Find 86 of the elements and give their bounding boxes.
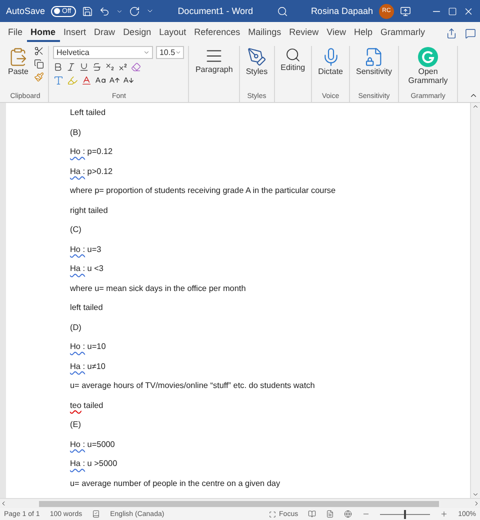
editing-button[interactable]: Editing [278, 46, 308, 74]
italic-icon[interactable] [66, 62, 76, 72]
clear-formatting-icon[interactable] [131, 62, 142, 72]
subscript-icon[interactable] [105, 62, 116, 72]
ribbon-tab[interactable]: References [190, 24, 244, 42]
caret-icon[interactable] [143, 49, 150, 56]
pen-icon [246, 47, 267, 67]
ribbon-tab[interactable]: Home [26, 24, 60, 42]
ribbon-tab[interactable]: Draw [90, 24, 120, 42]
text-effects-icon[interactable] [53, 75, 64, 86]
document-line: Ho : u=3 [70, 244, 102, 256]
superscript-icon[interactable] [118, 62, 128, 72]
sensitivity-button[interactable]: Sensitivity [354, 46, 394, 78]
maximize-icon[interactable] [448, 6, 457, 16]
font-color-icon[interactable] [81, 75, 92, 86]
scroll-left-icon[interactable] [0, 500, 7, 507]
focus-icon [269, 510, 276, 518]
dictate-button[interactable]: Dictate [316, 46, 345, 78]
document-line: u= average number of people in the centre on a given day [70, 478, 282, 490]
document-lock-icon [364, 47, 384, 67]
caret-icon[interactable] [116, 8, 124, 14]
ribbon-tab[interactable]: Grammarly [376, 24, 430, 42]
caret-icon[interactable] [175, 49, 182, 56]
ribbon-tab[interactable]: Layout [155, 24, 190, 42]
ribbon-tab[interactable]: Mailings [244, 24, 286, 42]
document-line: Left tailed [70, 107, 107, 119]
copy-icon[interactable] [34, 59, 44, 69]
document-line: where p= proportion of students receiving grade A in the particular course [70, 185, 337, 197]
underline-icon[interactable] [79, 62, 90, 72]
document-line: Ho : u=10 [70, 341, 107, 353]
document-line: Ho : u=5000 [70, 438, 116, 450]
scroll-up-icon[interactable] [472, 103, 479, 110]
document-line: right tailed [70, 204, 109, 217]
web-layout-icon[interactable] [344, 510, 352, 518]
ribbon-tab[interactable]: Review [285, 24, 323, 42]
search-icon [284, 47, 301, 63]
scroll-right-icon[interactable] [473, 500, 480, 507]
font-name-field[interactable]: Helvetica [53, 46, 154, 59]
comments-icon[interactable] [465, 28, 476, 38]
search-icon[interactable] [276, 6, 288, 16]
customize-icon[interactable] [146, 7, 154, 15]
window-title: Document1 - Word [178, 6, 254, 16]
ribbon-tab[interactable]: Design [119, 24, 156, 42]
document-line: (E) [70, 419, 82, 431]
document-line: Ha : u <3 [70, 263, 104, 275]
document-line: teo tailed [70, 400, 104, 412]
document-line: (B) [70, 126, 82, 139]
ribbon-tab[interactable]: View [322, 24, 350, 42]
document-line: Ho : p=0.12 [70, 146, 114, 158]
user-name: Rosina Dapaah [310, 6, 373, 16]
document-line: Ha : u >5000 [70, 458, 118, 470]
font-size-field[interactable]: 10.5 [156, 46, 184, 59]
paste-button[interactable]: Paste [6, 46, 30, 78]
read-mode-icon[interactable] [308, 510, 316, 518]
open-grammarly-button[interactable]: Open Grammarly [403, 46, 454, 86]
ribbon-display-icon[interactable] [400, 6, 411, 16]
strikethrough-icon[interactable] [92, 62, 102, 72]
proofing-icon[interactable] [92, 510, 100, 518]
cut-icon[interactable] [34, 46, 44, 56]
redo-icon[interactable] [129, 6, 140, 16]
vertical-scrollbar[interactable] [470, 103, 480, 498]
ribbon-tab[interactable]: File [4, 24, 27, 42]
document-line: left tailed [70, 302, 104, 314]
bold-icon[interactable] [53, 62, 64, 72]
close-icon[interactable] [462, 6, 474, 16]
grammarly-logo [418, 47, 438, 67]
undo-icon[interactable] [99, 6, 110, 16]
document-line: where u= mean sick days in the office per month [70, 282, 247, 295]
save-icon[interactable] [82, 6, 94, 16]
document-line: (C) [70, 224, 82, 236]
autosave-label: AutoSave [6, 6, 46, 16]
zoom-slider-thumb[interactable] [404, 510, 406, 518]
clipboard-icon [8, 47, 28, 67]
styles-button[interactable]: Styles [244, 46, 270, 78]
scroll-down-icon[interactable] [472, 491, 479, 498]
share-icon[interactable] [446, 28, 457, 38]
document-line: u= average hours of TV/movies/online “stuff” etc. do students watch [70, 380, 316, 392]
ribbon-tab[interactable]: Help [350, 24, 377, 42]
print-layout-icon[interactable] [326, 510, 334, 518]
horizontal-scrollbar[interactable] [0, 498, 480, 508]
document-line: Ha : p>0.12 [70, 166, 114, 178]
document-line: (D) [70, 322, 82, 334]
ribbon-tab[interactable]: Insert [60, 24, 90, 42]
collapse-ribbon-icon[interactable] [469, 91, 478, 100]
paragraph-button[interactable]: Paragraph [193, 46, 235, 76]
document-line: Ha : u≠10 [70, 360, 106, 372]
